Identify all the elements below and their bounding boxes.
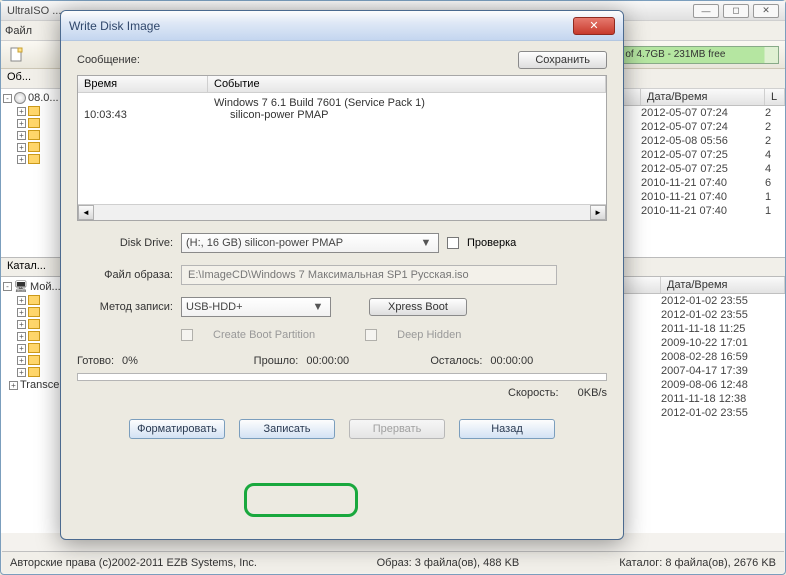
abort-button: Прервать — [349, 419, 445, 439]
new-file-icon[interactable] — [7, 45, 27, 65]
tree-expand-icon[interactable]: - — [3, 94, 12, 103]
deep-hidden-checkbox — [365, 329, 377, 341]
col-time[interactable]: Время — [78, 76, 208, 92]
maximize-button[interactable]: ◻ — [723, 4, 749, 18]
create-boot-partition-checkbox — [181, 329, 193, 341]
tree-expand-icon[interactable]: + — [17, 119, 26, 128]
image-file-label: Файл образа: — [77, 269, 173, 281]
speed-value: 0KB/s — [578, 387, 607, 399]
format-button[interactable]: Форматировать — [129, 419, 225, 439]
col-date[interactable]: Дата/Время — [661, 277, 785, 293]
folder-icon — [28, 142, 40, 152]
col-event[interactable]: Событие — [208, 76, 606, 92]
image-file-field: E:\ImageCD\Windows 7 Максимальная SP1 Ру… — [181, 265, 557, 285]
tree-expand-icon[interactable]: + — [17, 143, 26, 152]
disk-icon — [14, 92, 26, 104]
log-row-event: Windows 7 6.1 Build 7601 (Service Pack 1… — [214, 97, 425, 200]
ready-label: Готово: — [77, 355, 114, 367]
write-method-label: Метод записи: — [77, 301, 173, 313]
tree-expand-icon[interactable]: + — [17, 356, 26, 365]
my-computer-label[interactable]: Мой... — [30, 281, 61, 293]
dialog-close-button[interactable]: ✕ — [573, 17, 615, 35]
disk-drive-label: Disk Drive: — [77, 237, 173, 249]
tree-expand-icon[interactable]: + — [17, 308, 26, 317]
image-label: Об... — [7, 71, 31, 83]
message-label: Сообщение: — [77, 54, 147, 66]
status-image-info: Образ: 3 файла(ов), 488 KB — [377, 557, 520, 569]
elapsed-value: 00:00:00 — [306, 355, 349, 367]
verify-checkbox[interactable] — [447, 237, 459, 249]
tree-expand-icon[interactable]: + — [17, 131, 26, 140]
tree-expand-icon[interactable]: + — [17, 332, 26, 341]
write-button[interactable]: Записать — [239, 419, 335, 439]
folder-icon — [28, 355, 40, 365]
tree-expand-icon[interactable]: + — [9, 381, 18, 390]
elapsed-label: Прошло: — [254, 355, 299, 367]
tree-expand-icon[interactable]: + — [17, 296, 26, 305]
folder-icon — [28, 295, 40, 305]
folder-icon — [28, 307, 40, 317]
write-disk-image-dialog: Write Disk Image ✕ Сообщение: Сохранить … — [60, 10, 624, 540]
scroll-left-icon[interactable]: ◄ — [78, 205, 94, 220]
my-computer-icon: 🖥 — [14, 280, 28, 293]
tree-expand-icon[interactable]: + — [17, 320, 26, 329]
tree-expand-icon[interactable]: + — [17, 155, 26, 164]
col-l[interactable]: L — [765, 89, 785, 105]
deep-hidden-label: Deep Hidden — [397, 329, 461, 341]
chevron-down-icon[interactable]: ▼ — [418, 237, 434, 249]
log-list[interactable]: Время Событие 10:03:43 Windows 7 6.1 Bui… — [77, 75, 607, 221]
tree-expand-icon[interactable]: + — [17, 107, 26, 116]
dialog-titlebar[interactable]: Write Disk Image ✕ — [61, 11, 623, 41]
status-copyright: Авторские права (c)2002-2011 EZB Systems… — [10, 557, 257, 569]
status-catalog-info: Каталог: 8 файла(ов), 2676 KB — [619, 557, 776, 569]
menu-file[interactable]: Файл — [5, 25, 32, 37]
xpress-boot-button[interactable]: Xpress Boot — [369, 298, 467, 316]
folder-icon — [28, 331, 40, 341]
folder-icon — [28, 319, 40, 329]
write-method-select[interactable]: USB-HDD+ ▼ — [181, 297, 331, 317]
folder-icon — [28, 106, 40, 116]
folder-icon — [28, 154, 40, 164]
disk-drive-select[interactable]: (H:, 16 GB) silicon-power PMAP ▼ — [181, 233, 439, 253]
verify-label: Проверка — [467, 237, 516, 249]
remain-value: 00:00:00 — [490, 355, 533, 367]
progress-bar — [77, 373, 607, 381]
tree-expand-icon[interactable]: - — [3, 282, 12, 291]
folder-icon — [28, 118, 40, 128]
chevron-down-icon[interactable]: ▼ — [310, 301, 326, 313]
close-button[interactable]: ✕ — [753, 4, 779, 18]
remain-label: Осталось: — [430, 355, 482, 367]
scroll-right-icon[interactable]: ► — [590, 205, 606, 220]
tree-expand-icon[interactable]: + — [17, 368, 26, 377]
tree-expand-icon[interactable]: + — [17, 344, 26, 353]
create-boot-partition-label: Create Boot Partition — [213, 329, 315, 341]
ready-value: 0% — [122, 355, 138, 367]
main-window-title: UltraISO ... — [7, 5, 61, 17]
dialog-title: Write Disk Image — [69, 19, 160, 33]
folder-icon — [28, 130, 40, 140]
speed-label: Скорость: — [508, 387, 559, 399]
log-row-time: 10:03:43 — [84, 97, 214, 200]
log-horizontal-scrollbar[interactable]: ◄ ► — [78, 204, 606, 220]
folder-icon — [28, 367, 40, 377]
save-button[interactable]: Сохранить — [518, 51, 607, 69]
tree-root-label[interactable]: 08.0... — [28, 92, 59, 104]
col-date[interactable]: Дата/Время — [641, 89, 765, 105]
minimize-button[interactable]: — — [693, 4, 719, 18]
statusbar: Авторские права (c)2002-2011 EZB Systems… — [2, 551, 784, 573]
back-button[interactable]: Назад — [459, 419, 555, 439]
folder-icon — [28, 343, 40, 353]
